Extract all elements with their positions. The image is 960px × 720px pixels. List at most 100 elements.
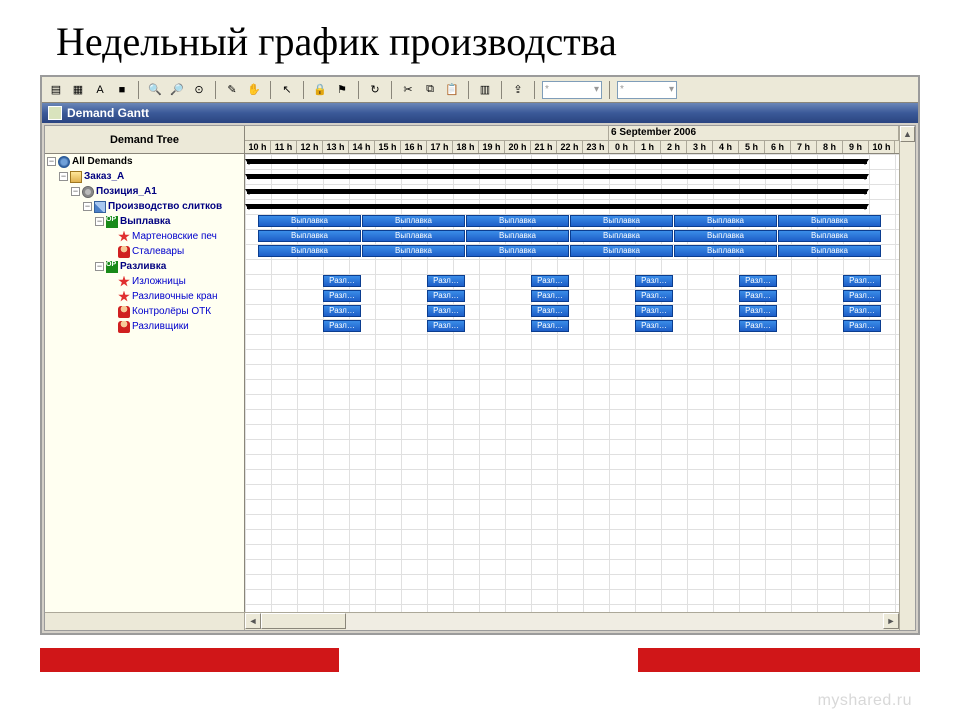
red-a-icon[interactable]: A: [91, 81, 109, 99]
hour-cell: 12 h: [297, 141, 323, 153]
task-bar[interactable]: Разл…: [427, 275, 465, 287]
summary-bar[interactable]: [247, 189, 867, 194]
cards-icon[interactable]: ▦: [69, 81, 87, 99]
task-bar[interactable]: Разл…: [427, 290, 465, 302]
task-bar[interactable]: Выплавка: [674, 215, 777, 227]
tree-item[interactable]: Контролёры ОТК: [45, 304, 244, 319]
task-bar[interactable]: Разл…: [635, 275, 673, 287]
scroll-thumb[interactable]: [261, 613, 346, 629]
task-bar[interactable]: Разл…: [635, 320, 673, 332]
tree-expander-icon[interactable]: −: [83, 202, 92, 211]
tree-item[interactable]: Мартеновские печ: [45, 229, 244, 244]
task-bar[interactable]: Разл…: [323, 275, 361, 287]
copy-icon[interactable]: ⧉: [421, 81, 439, 99]
task-bar[interactable]: Разл…: [323, 290, 361, 302]
task-bar[interactable]: Выплавка: [778, 245, 881, 257]
window-title-bar: Demand Gantt: [42, 103, 918, 123]
highlight-icon[interactable]: ✎: [223, 81, 241, 99]
paste-icon[interactable]: 📋: [443, 81, 461, 99]
task-bar[interactable]: Разл…: [843, 320, 881, 332]
task-bar[interactable]: Выплавка: [466, 245, 569, 257]
task-bar[interactable]: Разл…: [739, 305, 777, 317]
pointer-icon[interactable]: ↖: [278, 81, 296, 99]
task-bar[interactable]: Выплавка: [258, 245, 361, 257]
refresh-icon[interactable]: ↻: [366, 81, 384, 99]
tree-expander-icon[interactable]: −: [59, 172, 68, 181]
tree-expander-icon[interactable]: −: [71, 187, 80, 196]
task-bar[interactable]: Выплавка: [570, 245, 673, 257]
toolbar-dropdown-1[interactable]: *▾: [542, 81, 602, 99]
task-bar[interactable]: Разл…: [531, 290, 569, 302]
hand-icon[interactable]: ✋: [245, 81, 263, 99]
task-bar[interactable]: Разл…: [843, 275, 881, 287]
tree-item[interactable]: −Позиция_А1: [45, 184, 244, 199]
task-bar[interactable]: Разл…: [531, 305, 569, 317]
task-bar[interactable]: Разл…: [635, 305, 673, 317]
task-bar[interactable]: Выплавка: [466, 230, 569, 242]
task-bar[interactable]: Выплавка: [674, 245, 777, 257]
tree-expander-icon[interactable]: −: [47, 157, 56, 166]
tree-item[interactable]: Сталевары: [45, 244, 244, 259]
zoom-out-icon[interactable]: 🔎: [168, 81, 186, 99]
task-bar[interactable]: Выплавка: [570, 215, 673, 227]
tree-item[interactable]: Изложницы: [45, 274, 244, 289]
task-bar[interactable]: Выплавка: [674, 230, 777, 242]
tree-item[interactable]: −OPВыплавка: [45, 214, 244, 229]
tree-item[interactable]: −Производство слитков: [45, 199, 244, 214]
flag-icon[interactable]: ⚑: [333, 81, 351, 99]
colorbar-icon[interactable]: ▥: [476, 81, 494, 99]
scroll-left-icon[interactable]: ◄: [245, 613, 261, 629]
task-bar[interactable]: Выплавка: [362, 245, 465, 257]
tree-item-label: Заказ_А: [84, 171, 124, 182]
note-icon[interactable]: ▤: [47, 81, 65, 99]
scroll-right-icon[interactable]: ►: [883, 613, 899, 629]
tree-item[interactable]: Разливочные кран: [45, 289, 244, 304]
task-bar[interactable]: Выплавка: [778, 230, 881, 242]
lock-icon[interactable]: 🔒: [311, 81, 329, 99]
tree-item[interactable]: − Заказ_А: [45, 169, 244, 184]
vertical-scrollbar[interactable]: ▲ ▼: [899, 154, 915, 612]
export-icon[interactable]: ⇪: [509, 81, 527, 99]
tree-item[interactable]: −OPРазливка: [45, 259, 244, 274]
hour-cell: 15 h: [375, 141, 401, 153]
task-bar[interactable]: Выплавка: [778, 215, 881, 227]
zoom-in-icon[interactable]: 🔍: [146, 81, 164, 99]
red-icon: [118, 291, 130, 303]
tree-item-label: Выплавка: [120, 216, 170, 227]
task-bar[interactable]: Разл…: [323, 320, 361, 332]
demand-tree-panel[interactable]: −All Demands−Заказ_А−Позиция_А1−Производ…: [45, 154, 245, 612]
task-bar[interactable]: Выплавка: [362, 230, 465, 242]
tree-expander-icon[interactable]: −: [95, 262, 104, 271]
person-icon: [118, 246, 130, 258]
task-bar[interactable]: Выплавка: [466, 215, 569, 227]
summary-bar[interactable]: [247, 204, 867, 209]
toolbar-dropdown-2[interactable]: *▾: [617, 81, 677, 99]
task-bar[interactable]: Разл…: [635, 290, 673, 302]
tree-item[interactable]: Разливщики: [45, 319, 244, 334]
task-bar[interactable]: Разл…: [843, 305, 881, 317]
task-bar[interactable]: Разл…: [427, 320, 465, 332]
task-bar[interactable]: Разл…: [531, 275, 569, 287]
task-bar[interactable]: Выплавка: [258, 215, 361, 227]
gantt-area[interactable]: ВыплавкаВыплавкаВыплавкаВыплавкаВыплавка…: [245, 154, 915, 612]
task-bar[interactable]: Разл…: [323, 305, 361, 317]
task-bar[interactable]: Разл…: [739, 275, 777, 287]
task-bar[interactable]: Разл…: [531, 320, 569, 332]
tree-item[interactable]: −All Demands: [45, 154, 244, 169]
summary-bar[interactable]: [247, 174, 867, 179]
task-bar[interactable]: Выплавка: [362, 215, 465, 227]
red-b-icon[interactable]: ■: [113, 81, 131, 99]
task-bar[interactable]: Разл…: [843, 290, 881, 302]
tree-item-label: Изложницы: [132, 276, 186, 287]
hour-cell: 20 h: [505, 141, 531, 153]
task-bar[interactable]: Разл…: [427, 305, 465, 317]
tree-expander-icon[interactable]: −: [95, 217, 104, 226]
task-bar[interactable]: Разл…: [739, 320, 777, 332]
zoom-fit-icon[interactable]: ⊙: [190, 81, 208, 99]
summary-bar[interactable]: [247, 159, 867, 164]
task-bar[interactable]: Выплавка: [258, 230, 361, 242]
task-bar[interactable]: Разл…: [739, 290, 777, 302]
horizontal-scrollbar[interactable]: ◄ ►: [245, 613, 915, 630]
task-bar[interactable]: Выплавка: [570, 230, 673, 242]
cut-icon[interactable]: ✂: [399, 81, 417, 99]
